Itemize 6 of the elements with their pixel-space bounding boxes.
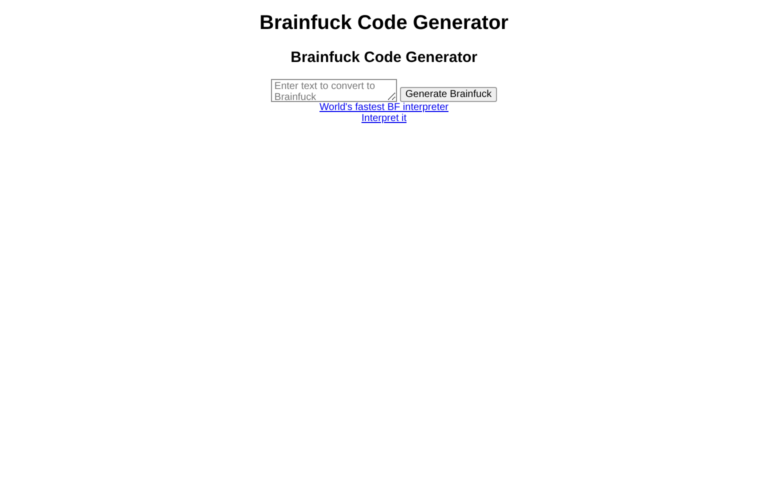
text-input-field[interactable]: Enter text to convert to Brainfuck <box>271 79 398 102</box>
generate-button[interactable]: Generate Brainfuck <box>400 87 497 102</box>
link[interactable]: Interpret it <box>361 113 407 124</box>
heading: Brainfuck Code Generator <box>290 49 478 67</box>
page-title: Brainfuck Code Generator <box>260 12 508 35</box>
link[interactable]: World's fastest BF interpreter <box>320 102 448 113</box>
